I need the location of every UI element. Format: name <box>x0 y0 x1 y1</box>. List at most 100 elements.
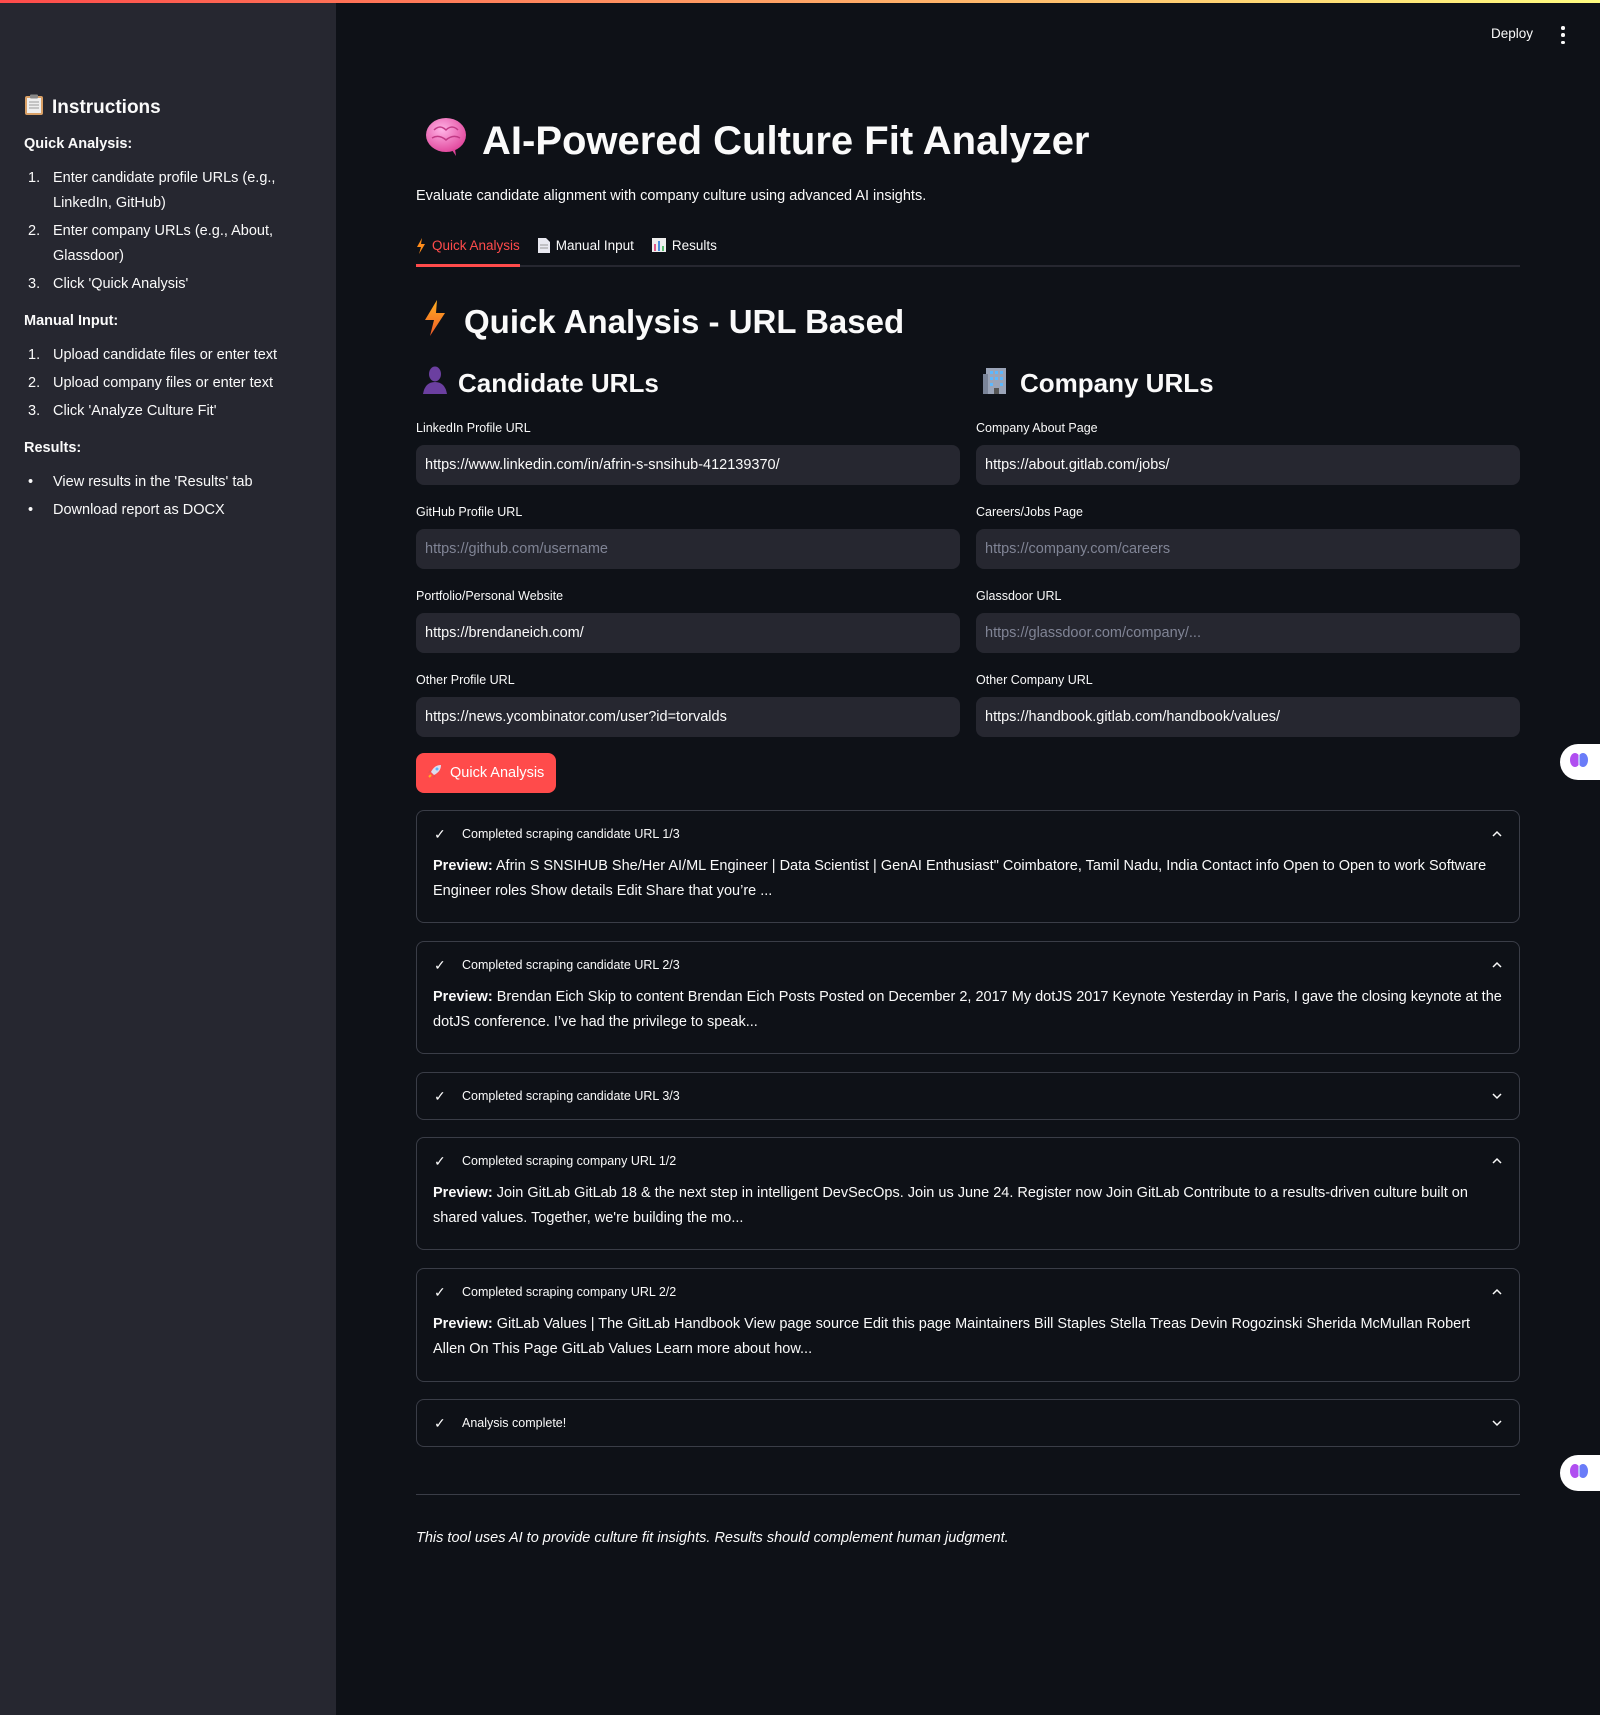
list-item-text: Enter candidate profile URLs (e.g., Link… <box>53 170 276 211</box>
chevron-up-icon[interactable] <box>1492 1287 1502 1297</box>
preview-content: GitLab Values | The GitLab Handbook View… <box>433 1316 1471 1357</box>
footer-disclaimer: This tool uses AI to provide culture fit… <box>416 1530 1009 1546</box>
expander-header[interactable]: ✓ Completed scraping company URL 2/2 <box>417 1269 1519 1315</box>
status-expander: ✓ Completed scraping company URL 1/2 Previ… <box>416 1137 1520 1250</box>
chevron-up-icon[interactable] <box>1492 960 1502 970</box>
status-expander: ✓ Completed scraping candidate URL 2/3 Pre… <box>416 941 1520 1054</box>
expander-header[interactable]: ✓ Completed scraping candidate URL 1/3 <box>417 811 1519 857</box>
status-expander: ✓ Analysis complete! <box>416 1399 1520 1447</box>
chevron-down-icon[interactable] <box>1492 1091 1502 1101</box>
company-about-page-label: Company About Page <box>976 421 1098 435</box>
lightning-icon <box>424 300 446 344</box>
careers-jobs-page-input[interactable]: https://company.com/careers <box>976 529 1520 569</box>
portfolio-personal-website-label: Portfolio/Personal Website <box>416 589 564 603</box>
sidebar-list-item: 3. Click 'Quick Analysis' <box>24 272 312 297</box>
candidate-urls-heading: Candidate URLs <box>422 366 659 401</box>
sidebar-title: Instructions <box>24 94 312 122</box>
status-expander: ✓ Completed scraping candidate URL 3/3 <box>416 1072 1520 1120</box>
preview-content: Brendan Eich Skip to content Brendan Eic… <box>433 989 1502 1030</box>
preview-content: Join GitLab GitLab 18 & the next step in… <box>433 1185 1468 1226</box>
expander-label: Completed scraping candidate URL 2/3 <box>462 958 680 972</box>
sidebar-list-item: 3. Click 'Analyze Culture Fit' <box>24 399 312 424</box>
glassdoor-url-input[interactable]: https://glassdoor.com/company/... <box>976 613 1520 653</box>
portfolio-personal-website-input[interactable]: https://brendaneich.com/ <box>416 613 960 653</box>
list-item-text: Click 'Analyze Culture Fit' <box>53 403 217 419</box>
expander-header[interactable]: ✓ Completed scraping candidate URL 2/3 <box>417 942 1519 988</box>
expander-label: Completed scraping company URL 2/2 <box>462 1285 677 1299</box>
preview-content: Afrin S SNSIHUB She/Her AI/ML Engineer |… <box>433 858 1487 899</box>
tab-quick-analysis[interactable]: Quick Analysis <box>416 234 520 267</box>
check-icon: ✓ <box>434 1152 446 1169</box>
sidebar-list-item: • View results in the 'Results' tab <box>24 470 312 495</box>
sidebar-list: 1. Upload candidate files or enter text 2.… <box>24 343 312 424</box>
tab-manual-input[interactable]: Manual Input <box>537 234 634 267</box>
list-item-text: Upload candidate files or enter text <box>53 347 278 363</box>
check-icon: ✓ <box>434 1414 446 1431</box>
company-about-page-input[interactable]: https://about.gitlab.com/jobs/ <box>976 445 1520 485</box>
github-profile-url-input[interactable]: https://github.com/username <box>416 529 960 569</box>
tab-results[interactable]: Results <box>651 234 717 267</box>
list-marker: 3. <box>28 276 41 292</box>
page-title: AI-Powered Culture Fit Analyzer <box>424 116 1090 166</box>
expander-label: Completed scraping candidate URL 1/3 <box>462 827 680 841</box>
list-item-text: Click 'Quick Analysis' <box>53 276 189 292</box>
chevron-down-icon[interactable] <box>1492 1418 1502 1428</box>
expander-label: Completed scraping company URL 1/2 <box>462 1154 677 1168</box>
other-profile-url-input[interactable]: https://news.ycombinator.com/user?id=tor… <box>416 697 960 737</box>
sidebar-heading: Results: <box>24 440 82 456</box>
expander-label: Analysis complete! <box>462 1416 567 1430</box>
clipboard-icon <box>24 94 44 122</box>
sidebar-list-item: 1. Enter candidate profile URLs (e.g., Li… <box>24 166 312 216</box>
chevron-up-icon[interactable] <box>1492 1156 1502 1166</box>
list-marker: • <box>28 502 34 518</box>
sidebar-heading: Manual Input: <box>24 313 119 329</box>
glassdoor-url-label: Glassdoor URL <box>976 589 1062 603</box>
sidebar-list-item: • Download report as DOCX <box>24 498 312 523</box>
sidebar-heading: Quick Analysis: <box>24 136 133 152</box>
expander-header[interactable]: ✓ Analysis complete! <box>417 1400 1519 1446</box>
list-item-text: Enter company URLs (e.g., About, Glassdo… <box>53 223 274 264</box>
other-profile-url-label: Other Profile URL <box>416 673 515 687</box>
preview-label: Preview: <box>433 1185 493 1201</box>
brain-icon <box>1570 752 1588 773</box>
status-expander: ✓ Completed scraping candidate URL 1/3 Pre… <box>416 810 1520 923</box>
floating-assistant-button-2[interactable] <box>1560 1455 1600 1491</box>
brain-icon <box>1570 1463 1588 1484</box>
preview-text: Preview: Join GitLab GitLab 18 & the nex… <box>417 1181 1519 1231</box>
status-expander: ✓ Completed scraping company URL 2/2 Previ… <box>416 1268 1520 1382</box>
page-subtitle: Evaluate candidate alignment with compan… <box>416 188 927 204</box>
document-icon <box>537 238 550 256</box>
sidebar: Instructions Quick Analysis: 1. Enter cand… <box>0 0 336 1715</box>
main-menu-kebab-icon[interactable] <box>1558 26 1568 44</box>
list-marker: 2. <box>28 375 41 391</box>
deploy-button[interactable]: Deploy <box>1491 26 1533 41</box>
brain-icon <box>424 116 468 166</box>
careers-jobs-page-label: Careers/Jobs Page <box>976 505 1084 519</box>
floating-assistant-button[interactable] <box>1560 744 1600 780</box>
linkedin-profile-url-input[interactable]: https://www.linkedin.com/in/afrin-s-snsi… <box>416 445 960 485</box>
preview-label: Preview: <box>433 858 493 874</box>
linkedin-profile-url-label: LinkedIn Profile URL <box>416 421 531 435</box>
other-company-url-input[interactable]: https://handbook.gitlab.com/handbook/val… <box>976 697 1520 737</box>
list-marker: 1. <box>28 347 41 363</box>
sidebar-list: • View results in the 'Results' tab • Downl… <box>24 470 312 523</box>
check-icon: ✓ <box>434 825 446 842</box>
bar-chart-icon <box>651 238 666 255</box>
quick-analysis-button[interactable]: Quick Analysis <box>416 753 557 793</box>
expander-header[interactable]: ✓ Completed scraping company URL 1/2 <box>417 1138 1519 1184</box>
preview-label: Preview: <box>433 989 493 1005</box>
expander-header[interactable]: ✓ Completed scraping candidate URL 3/3 <box>417 1073 1519 1119</box>
list-marker: 3. <box>28 403 41 419</box>
check-icon: ✓ <box>434 956 446 973</box>
rocket-icon <box>428 764 442 782</box>
chevron-up-icon[interactable] <box>1492 829 1502 839</box>
other-company-url-label: Other Company URL <box>976 673 1093 687</box>
list-marker: 1. <box>28 170 41 186</box>
main-area: Deploy AI-Powered Culture Fit Analyzer E… <box>336 0 1600 1715</box>
github-profile-url-label: GitHub Profile URL <box>416 505 523 519</box>
tab-bar: Quick Analysis Manual Input Results <box>416 234 1520 267</box>
sidebar-list-item: 1. Upload candidate files or enter text <box>24 343 312 368</box>
list-item-text: Upload company files or enter text <box>53 375 274 391</box>
list-marker: 2. <box>28 223 41 239</box>
check-icon: ✓ <box>434 1283 446 1300</box>
